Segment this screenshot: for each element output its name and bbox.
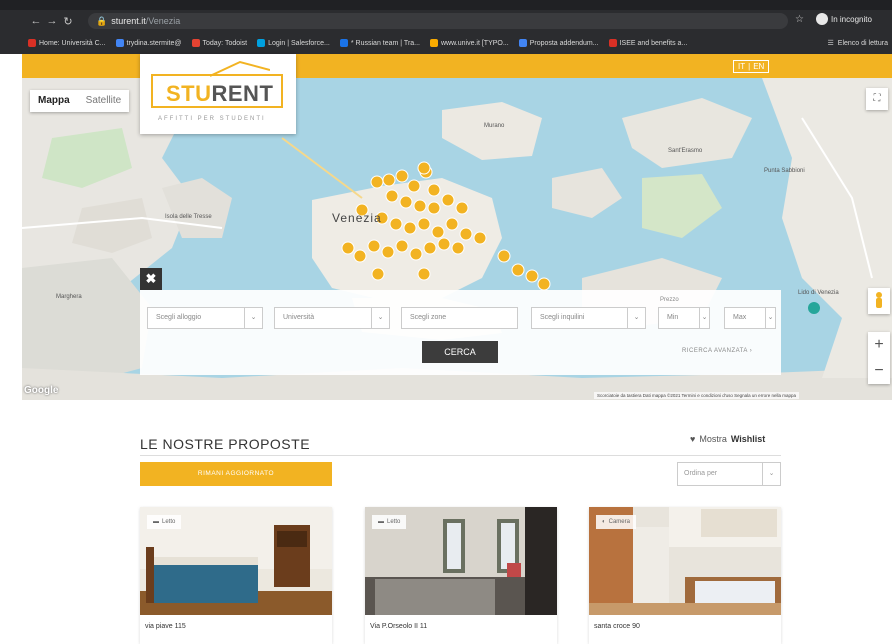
incognito-icon [816, 13, 828, 25]
inquilini-select[interactable]: Scegli inquilini ⌄ [531, 307, 646, 329]
bookmarks-bar: Home: Università C... trydina.stermite@ … [0, 32, 892, 54]
reload-icon[interactable]: ↻ [60, 15, 76, 28]
heart-icon: ♥ [690, 434, 696, 444]
bookmark-item[interactable]: * Russian team | Tra... [339, 39, 420, 47]
map-label: Lido di Venezia [798, 290, 839, 296]
map-label: Isola delle Tresse [165, 214, 212, 220]
sort-select[interactable]: Ordina per ⌄ [677, 462, 781, 486]
favicon-icon [518, 39, 527, 47]
browser-tabstrip [0, 0, 892, 10]
chevron-down-icon: ⌄ [627, 308, 645, 328]
incognito-indicator[interactable]: In incognito [816, 13, 872, 25]
favicon-icon [191, 39, 200, 47]
divider [140, 455, 781, 456]
reading-list[interactable]: ☰ Elenco di lettura [828, 32, 888, 54]
fullscreen-icon[interactable]: ⛶ [866, 88, 888, 110]
logo-tagline: AFFITTI PER STUDENTI [158, 116, 266, 122]
map-type-satellite[interactable]: Satellite [78, 90, 130, 112]
logo-roof-icon [210, 60, 270, 77]
price-min-select[interactable]: Min ⌄ [658, 307, 710, 329]
listing-card[interactable]: ◐ Camera santa croce 90 [589, 507, 781, 644]
zoom-control: + − [868, 332, 890, 384]
bookmark-item[interactable]: Today: Todoist [191, 39, 247, 47]
listing-type-badge: ▬ Letto [147, 515, 182, 529]
favicon-icon [115, 39, 124, 47]
listing-photo: ▬ Letto [140, 507, 332, 615]
lang-it[interactable]: IT [738, 62, 745, 71]
forward-icon[interactable]: → [44, 15, 60, 27]
site-logo[interactable]: STURENT AFFITTI PER STUDENTI [140, 54, 296, 134]
listing-address: Via P.Orseolo II 11 [370, 623, 428, 630]
map-type-control: Mappa Satellite [30, 90, 130, 112]
alloggio-select[interactable]: Scegli alloggio ⌄ [147, 307, 263, 329]
bookmark-item[interactable]: trydina.stermite@ [115, 39, 182, 47]
lang-en[interactable]: EN [753, 62, 764, 71]
bed-icon: ▬ [378, 519, 384, 525]
map-label: Punta Sabbioni [764, 168, 805, 174]
section-title: LE NOSTRE PROPOSTE [140, 436, 311, 452]
close-search-button[interactable]: ✖ [140, 268, 162, 290]
bookmark-item[interactable]: Proposta addendum... [518, 39, 599, 47]
map-label: Murano [484, 123, 505, 129]
wishlist-link[interactable]: ♥ Mostra Wishlist [690, 434, 765, 444]
universita-select[interactable]: Università ⌄ [274, 307, 390, 329]
map-attribution[interactable]: Scorciatoie da tastiera Dati mappa ©2021… [594, 392, 799, 399]
listing-address: santa croce 90 [594, 623, 640, 630]
map-label: Marghera [56, 294, 82, 300]
listing-photo: ▬ Letto [365, 507, 557, 615]
url-host: sturent.it [111, 16, 146, 26]
map-type-map[interactable]: Mappa [30, 90, 78, 112]
chevron-down-icon: ⌄ [762, 463, 780, 485]
search-button[interactable]: CERCA [422, 341, 498, 363]
favicon-icon [339, 39, 348, 47]
chevron-down-icon: ⌄ [699, 308, 709, 328]
logo-text: STURENT [166, 81, 274, 106]
bookmark-item[interactable]: Login | Salesforce... [257, 39, 330, 47]
reading-list-icon: ☰ [827, 40, 834, 47]
bookmark-item[interactable]: ISEE and benefits a... [608, 39, 687, 47]
door-icon: ◐ [602, 519, 606, 525]
incognito-label: In incognito [831, 14, 872, 24]
favicon-icon [430, 39, 438, 47]
street-view-icon[interactable] [868, 288, 890, 314]
google-logo: Google [24, 385, 59, 396]
stay-updated-button[interactable]: RIMANI AGGIORNATO [140, 462, 332, 486]
chevron-down-icon: ⌄ [244, 308, 262, 328]
bookmark-star-icon[interactable]: ☆ [795, 14, 804, 25]
listing-card[interactable]: ▬ Letto Via P.Orseolo II 11 [365, 507, 557, 644]
price-max-select[interactable]: Max ⌄ [724, 307, 776, 329]
bookmark-item[interactable]: Home: Università C... [28, 39, 106, 47]
listing-card[interactable]: ▬ Letto via piave 115 [140, 507, 332, 644]
chevron-down-icon: ⌄ [765, 308, 775, 328]
bookmark-item[interactable]: www.unive.it [TYPO... [430, 39, 509, 47]
lock-icon: 🔒 [96, 16, 108, 26]
bed-icon: ▬ [153, 519, 159, 525]
listing-photo: ◐ Camera [589, 507, 781, 615]
zoom-in-icon[interactable]: + [868, 332, 890, 358]
listing-type-badge: ▬ Letto [372, 515, 407, 529]
map-label: Sant'Erasmo [668, 148, 703, 154]
chevron-down-icon: ⌄ [371, 308, 389, 328]
listing-address: via piave 115 [145, 623, 186, 630]
url-path: /Venezia [145, 16, 181, 26]
favicon-icon [28, 39, 36, 47]
listing-type-badge: ◐ Camera [596, 515, 636, 529]
back-icon[interactable]: ← [28, 15, 44, 27]
favicon-icon [257, 39, 266, 47]
map-city-label: Venezia [332, 211, 382, 225]
prezzo-label: Prezzo [660, 297, 679, 303]
favicon-icon [608, 39, 617, 47]
zoom-out-icon[interactable]: − [868, 358, 890, 384]
search-panel: Scegli alloggio ⌄ Università ⌄ Scegli zo… [140, 290, 781, 375]
zona-input[interactable]: Scegli zone [401, 307, 518, 329]
advanced-search-link[interactable]: RICERCA AVANZATA › [682, 348, 752, 354]
language-switch[interactable]: IT | EN [733, 60, 770, 73]
address-bar[interactable]: 🔒 sturent.it/Venezia [88, 13, 788, 29]
